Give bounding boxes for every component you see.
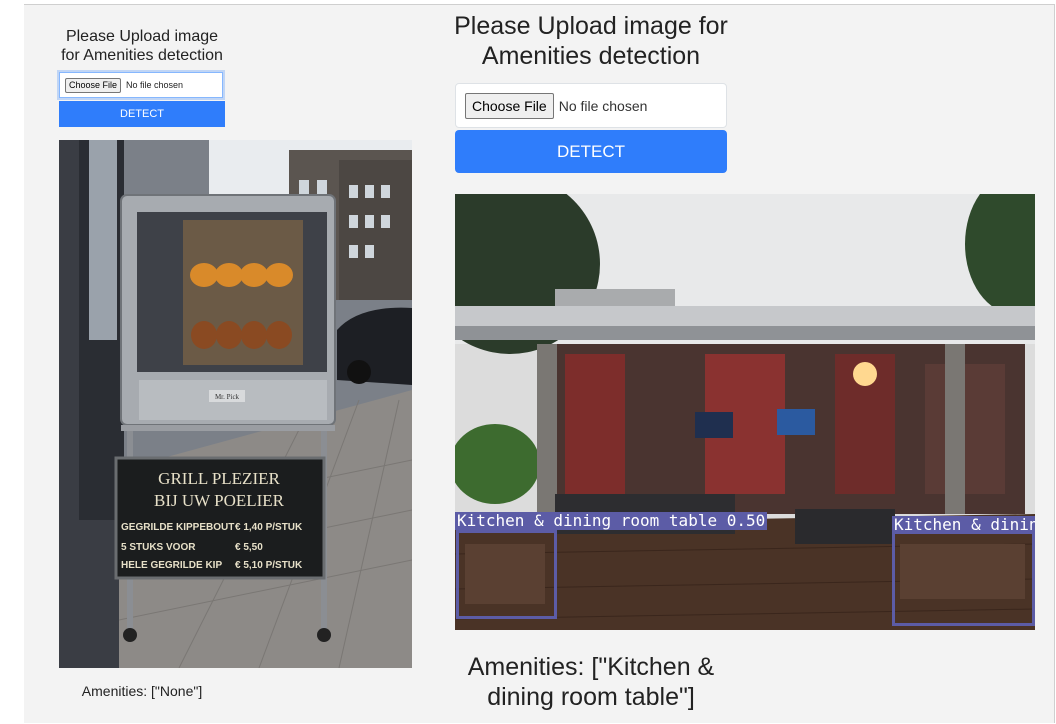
- detection-box-1: [456, 530, 557, 619]
- right-choose-file-button[interactable]: Choose File: [465, 92, 554, 119]
- sign-item-3-price: € 5,10 P/STUK: [235, 560, 303, 571]
- right-amenities-result: Amenities: ["Kitchen & dining room table…: [467, 653, 715, 711]
- right-file-input[interactable]: Choose File No file chosen: [455, 83, 727, 128]
- sign-item-1-price: € 1,40 P/STUK: [235, 522, 303, 533]
- sign-item-2-price: € 5,50: [235, 542, 263, 553]
- sign-item-1-name: GEGRILDE KIPPEBOUT: [121, 522, 234, 533]
- grill-shop-photo: Mr. Pick GRILL PLEZIER BIJ UW POELIER GE…: [59, 140, 412, 668]
- sign-line-2: BIJ UW POELIER: [154, 491, 285, 510]
- left-detect-button[interactable]: DETECT: [59, 101, 225, 127]
- detection-box-2: [892, 530, 1035, 626]
- sign-item-3-name: HELE GEGRILDE KIP: [121, 560, 222, 571]
- left-uploaded-image: Mr. Pick GRILL PLEZIER BIJ UW POELIER GE…: [59, 140, 412, 668]
- machine-brand-text: Mr. Pick: [215, 393, 240, 401]
- left-file-input[interactable]: Choose File No file chosen: [59, 72, 223, 98]
- right-file-status: No file chosen: [558, 97, 648, 114]
- sign-item-2-name: 5 STUKS VOOR: [121, 542, 196, 553]
- right-detect-button[interactable]: DETECT: [455, 130, 727, 173]
- left-choose-file-button[interactable]: Choose File: [65, 77, 122, 93]
- right-detection-image: Kitchen & dining room table 0.50 Kitchen…: [455, 194, 1035, 630]
- left-file-status: No file chosen: [126, 80, 184, 90]
- detection-label-2: Kitchen & dining: [892, 516, 1035, 534]
- left-upload-title: Please Upload image for Amenities detect…: [61, 28, 223, 64]
- left-amenities-result: Amenities: ["None"]: [81, 683, 203, 699]
- sign-line-1: GRILL PLEZIER: [158, 469, 280, 488]
- right-upload-title: Please Upload image for Amenities detect…: [454, 12, 728, 70]
- detection-label-1: Kitchen & dining room table 0.50: [455, 511, 768, 530]
